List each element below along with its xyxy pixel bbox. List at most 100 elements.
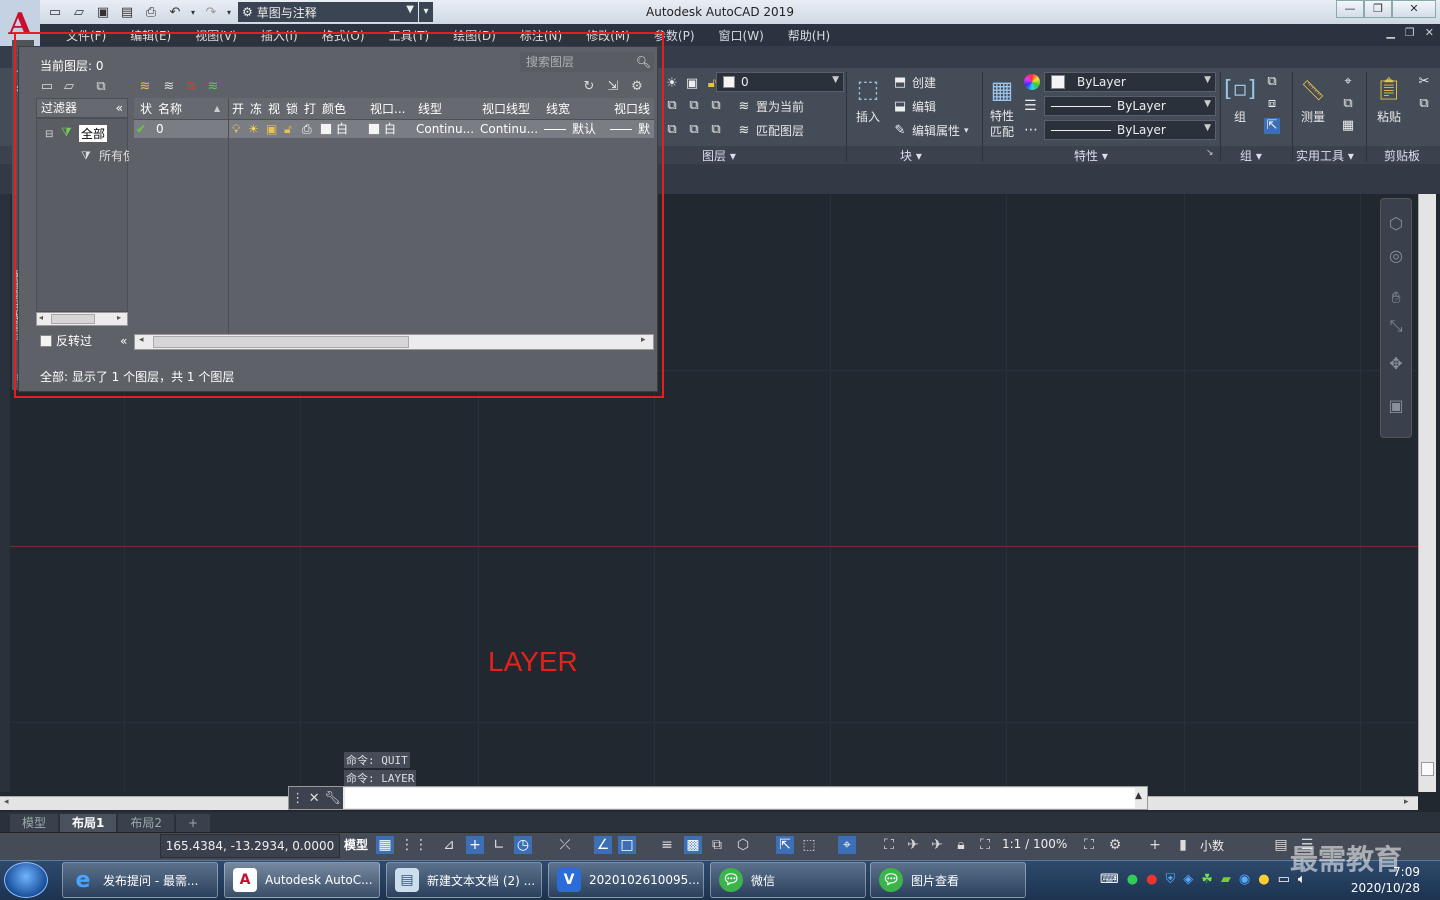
coordinate-readout[interactable]: 165.4384, -13.2934, 0.0000 (160, 834, 340, 858)
3d-object-snap-icon[interactable]: ⬡ (734, 836, 752, 854)
model-space-toggle[interactable]: 模型 (344, 836, 368, 853)
new-file-icon[interactable]: ▭ (44, 2, 66, 22)
ortho-icon[interactable]: ∟ (490, 836, 508, 854)
vertical-scrollbar[interactable] (1418, 194, 1436, 792)
workspace-switch-icon[interactable]: ⚙ (1106, 836, 1124, 854)
network-icon[interactable]: ▭ (1278, 872, 1290, 887)
wrench-icon[interactable]: 🔧︎ (324, 791, 341, 806)
units-icon[interactable]: ▮ (1174, 836, 1192, 854)
layer-tool-icon[interactable]: ⧉ (664, 122, 680, 138)
object-snap-tracking-icon[interactable]: ∠ (594, 836, 612, 854)
layer-freeze-icon[interactable]: ▣ (684, 76, 700, 92)
layer-tool-icon[interactable]: ⧉ (686, 98, 702, 114)
package-icon[interactable]: ◈ (1183, 872, 1193, 887)
system-clock[interactable]: 7:09 2020/10/28 (1346, 864, 1420, 896)
layer-tool-icon[interactable]: ⧉ (708, 98, 724, 114)
annotation-monitor-icon[interactable]: + (1146, 836, 1164, 854)
print-icon[interactable]: ⎙ (140, 2, 162, 22)
scroll-thumb[interactable] (1421, 762, 1434, 776)
maximize-viewport-icon[interactable]: ⛶ (1080, 836, 1098, 854)
dialog-launcher-icon[interactable]: ↘ (1206, 148, 1214, 158)
quick-properties-icon[interactable]: ▤ (1272, 836, 1290, 854)
edit-block-button[interactable]: ⬓ 编辑 (892, 98, 936, 115)
select-all-icon[interactable]: ⧉ (1340, 96, 1356, 112)
dynamic-input-icon[interactable]: + (466, 836, 484, 854)
leaf-icon[interactable]: ☘ (1201, 872, 1213, 887)
utilities-panel-title[interactable]: 实用工具 ▾ (1296, 147, 1354, 164)
zoom-icon[interactable]: ⤡ (1387, 316, 1405, 335)
isolate-objects-icon[interactable]: ⛶ (976, 836, 994, 854)
close-button[interactable]: ✕ (1392, 0, 1436, 18)
lock-ui-icon[interactable]: 🔒︎ (952, 836, 970, 854)
pan-icon[interactable]: ✋︎ (1387, 288, 1405, 307)
qat-customize-button[interactable]: ▾ (419, 2, 433, 22)
match-layer-button[interactable]: ≋ 匹配图层 (736, 122, 804, 139)
keyboard-icon[interactable]: ⌨ (1100, 872, 1119, 887)
isodraft-icon[interactable]: ⤫ (556, 836, 574, 854)
color-wheel-icon[interactable] (1024, 74, 1040, 90)
open-file-icon[interactable]: ▱ (68, 2, 90, 22)
grid-toggle-icon[interactable]: ▦ (376, 836, 394, 854)
snap-toggle-icon[interactable]: ⋮⋮ (400, 836, 428, 854)
redo-icon[interactable]: ↷ (200, 2, 222, 22)
paste-button[interactable]: 📋︎ 粘贴 (1372, 74, 1406, 125)
ungroup-icon[interactable]: ⧉ (1264, 74, 1280, 90)
calculator-icon[interactable]: ▦ (1340, 118, 1356, 134)
scroll-right-icon[interactable]: ▸ (1404, 797, 1409, 807)
close-icon[interactable]: ✕ (309, 791, 320, 806)
copy-icon[interactable]: ⧉ (1416, 96, 1432, 112)
nvidia-icon[interactable]: ▰ (1221, 872, 1231, 887)
layer-tool-icon[interactable]: ⧉ (708, 122, 724, 138)
shield-icon[interactable]: ⛨ (1165, 872, 1175, 887)
set-current-button[interactable]: ≋ 置为当前 (736, 98, 804, 115)
layer-on-icon[interactable]: ☀ (664, 76, 680, 92)
quick-select-icon[interactable]: ⌖ (1340, 74, 1356, 90)
lineweight-display-icon[interactable]: ≡ (658, 836, 676, 854)
undo-icon[interactable]: ↶ (164, 2, 186, 22)
grip-icon[interactable]: ⋮ (291, 791, 304, 806)
group-panel-title[interactable]: 组 ▾ (1240, 147, 1262, 164)
doc-close-icon[interactable]: ✕ (1425, 26, 1434, 39)
save-as-icon[interactable]: ▤ (116, 2, 138, 22)
linetype-icon[interactable]: ☰ (1024, 98, 1037, 114)
start-button[interactable] (4, 862, 48, 898)
object-snap-icon[interactable]: □ (618, 836, 636, 854)
selection-filter-icon[interactable]: ⬚ (800, 836, 818, 854)
taskbar-item-notepad[interactable]: ▤ 新建文本文档 (2) ... (386, 862, 542, 898)
auto-scale-icon[interactable]: ✈ (904, 836, 922, 854)
command-line-handle[interactable]: ⋮ ✕ 🔧︎ (289, 787, 343, 809)
taskbar-item-wechat[interactable]: 💬︎ 微信 (710, 862, 866, 898)
edit-attributes-button[interactable]: ✎ 编辑属性 ▾ (892, 122, 969, 139)
linetype-dropdown[interactable]: ByLayer ▼ (1044, 96, 1216, 116)
add-layout-button[interactable]: + (176, 814, 211, 832)
viewport-scale[interactable]: 1:1 / 100% (1002, 837, 1067, 851)
taskbar-item-browser[interactable]: e 发布提问 - 最需... (62, 862, 218, 898)
properties-panel-title[interactable]: 特性 ▾ (1074, 147, 1108, 164)
group-button[interactable]: [▫] 组 (1224, 74, 1256, 125)
gizmo-icon[interactable]: ⌖ (838, 836, 856, 854)
tab-model[interactable]: 模型 (10, 814, 59, 832)
orbit-icon[interactable]: ✥ (1387, 354, 1405, 373)
measure-button[interactable]: 📏︎ 测量 (1296, 74, 1330, 125)
tab-layout2[interactable]: 布局2 (118, 814, 175, 832)
color-dropdown[interactable]: ByLayer ▼ (1044, 72, 1216, 92)
units-display[interactable]: 小数 (1200, 837, 1224, 854)
layer-tool-icon[interactable]: ⧉ (686, 122, 702, 138)
save-icon[interactable]: ▣ (92, 2, 114, 22)
create-block-button[interactable]: ⬒ 创建 (892, 74, 936, 91)
drawing-text-entity[interactable]: LAYER (488, 646, 578, 678)
command-history-toggle-icon[interactable]: ▲ (1135, 791, 1142, 801)
group-edit-icon[interactable]: ⧈ (1264, 96, 1280, 112)
doc-minimize-icon[interactable]: ▁ (1386, 26, 1394, 39)
annotation-visibility-icon[interactable]: ⛶ (880, 836, 898, 854)
insert-block-button[interactable]: ⬚ 插入 (852, 74, 884, 130)
selection-cycling-icon[interactable]: ⧉ (708, 836, 726, 854)
doc-restore-icon[interactable]: ❐ (1405, 26, 1415, 39)
polar-tracking-icon[interactable]: ◷ (514, 836, 532, 854)
showmotion-icon[interactable]: ▣ (1387, 396, 1405, 415)
menu-window[interactable]: 窗口(W) (707, 27, 776, 44)
block-panel-title[interactable]: 块 ▾ (900, 147, 922, 164)
group-select-icon[interactable]: ⇱ (1264, 118, 1280, 134)
weibo-icon[interactable]: ● (1146, 872, 1157, 887)
taskbar-item-image-viewer[interactable]: 💬︎ 图片查看 (870, 862, 1026, 898)
